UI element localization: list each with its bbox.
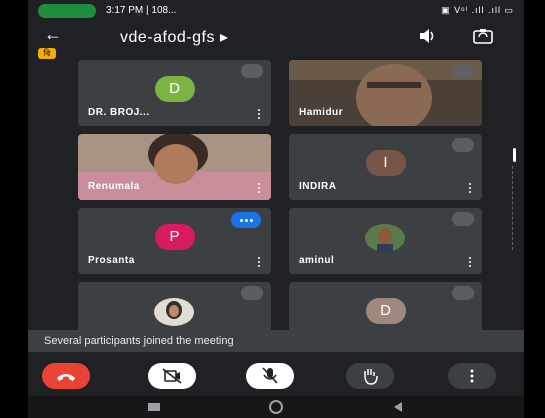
meet-screen: 3:17 PM | 108... ▣ Vᵒˡ .ıll .ıll ▭ ← vde… [28, 0, 524, 418]
mic-toggle-button[interactable] [246, 363, 294, 389]
avatar: D [365, 298, 406, 324]
speaking-indicator-icon [231, 212, 261, 228]
end-call-icon [57, 374, 75, 381]
status-bar: 3:17 PM | 108... ▣ Vᵒˡ .ıll .ıll ▭ [28, 0, 524, 22]
scrollbar-thumb[interactable] [513, 148, 516, 162]
mic-muted-icon [452, 286, 474, 300]
camera-toggle-button[interactable] [148, 363, 196, 389]
more-vert-icon[interactable] [257, 109, 261, 120]
participant-name: INDIRA [299, 181, 337, 192]
scrollbar-track[interactable] [512, 166, 516, 250]
raise-hand-button[interactable] [346, 363, 394, 389]
profile-photo [154, 298, 194, 326]
language-badge: বি [38, 48, 56, 59]
notification-toast: Several participants joined the meeting [28, 330, 524, 352]
participant-name: Renumala [88, 181, 140, 192]
mic-muted-icon [241, 64, 263, 78]
status-time: 3:17 PM | 108... [106, 5, 177, 16]
raise-hand-icon [364, 369, 378, 385]
android-nav-bar [28, 396, 524, 418]
camera-switch-icon[interactable] [472, 26, 494, 46]
participant-tile[interactable]: D DR. BROJ... [78, 60, 271, 126]
mic-muted-icon [452, 64, 474, 78]
participant-name: Prosanta [88, 255, 135, 266]
end-call-button[interactable] [42, 363, 90, 389]
more-options-button[interactable] [448, 363, 496, 389]
avatar: P [154, 224, 195, 250]
speaker-icon[interactable] [416, 26, 438, 46]
participant-tile[interactable]: aminul [289, 208, 482, 274]
toast-message: Several participants joined the meeting [44, 335, 234, 347]
call-controls [28, 352, 524, 396]
avatar: I [365, 150, 406, 176]
recents-icon[interactable] [148, 403, 160, 411]
participant-tile[interactable]: P Prosanta [78, 208, 271, 274]
profile-photo [365, 224, 405, 252]
camera-off-icon [162, 368, 182, 384]
more-vert-icon[interactable] [468, 257, 472, 268]
participant-name: DR. BROJ... [88, 107, 150, 118]
meeting-header: ← vde-afod-gfs ▸ [28, 22, 524, 50]
more-vert-icon[interactable] [257, 183, 261, 194]
participant-name: aminul [299, 255, 335, 266]
back-arrow-icon[interactable]: ← [44, 24, 62, 45]
avatar: D [154, 76, 195, 102]
call-indicator-pill[interactable] [38, 4, 96, 18]
mic-muted-icon [452, 212, 474, 226]
mic-off-icon [262, 367, 278, 384]
more-vert-icon[interactable] [257, 257, 261, 268]
more-vert-icon[interactable] [468, 183, 472, 194]
mic-muted-icon [452, 138, 474, 152]
participant-tile[interactable]: Renumala [78, 134, 271, 200]
back-nav-icon[interactable] [392, 401, 404, 413]
system-icons: ▣ Vᵒˡ .ıll .ıll ▭ [441, 5, 514, 15]
mic-muted-icon [241, 286, 263, 300]
meeting-code-title[interactable]: vde-afod-gfs ▸ [120, 27, 228, 47]
more-options-icon [470, 369, 474, 383]
participant-tile[interactable]: Hamidur [289, 60, 482, 126]
participant-tile[interactable]: I INDIRA [289, 134, 482, 200]
participant-name: Hamidur [299, 107, 344, 118]
home-icon[interactable] [269, 400, 283, 414]
